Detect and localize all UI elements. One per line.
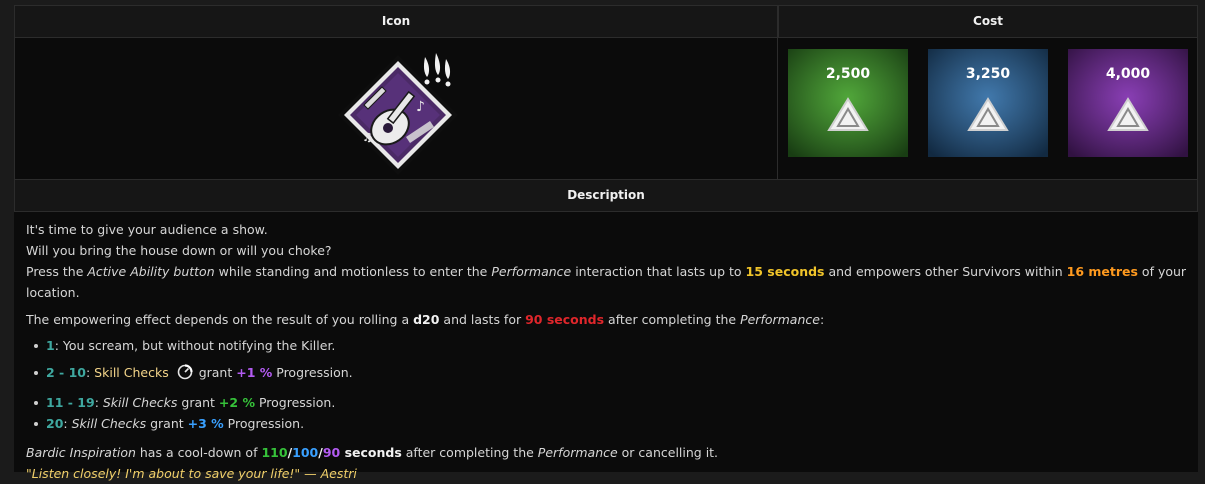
effect-duration-value: 90 seconds — [525, 312, 605, 327]
skill-check-icon — [177, 364, 193, 386]
bardic-inspiration-perk-icon: ♪ ♫ — [332, 47, 464, 178]
range-value: 16 metres — [1066, 264, 1138, 279]
flavor-quote: "Listen closely! I'm about to save your … — [26, 466, 357, 481]
description-header: Description — [14, 179, 1198, 212]
svg-text:♫: ♫ — [362, 130, 373, 144]
icon-column-header: Icon — [14, 5, 778, 38]
cost-tier-3-amount: 4,000 — [1105, 66, 1151, 82]
list-item: 11 - 19: Skill Checks grant +2 % Progres… — [26, 392, 1196, 413]
flavor-line-2: Will you bring the house down or will yo… — [26, 243, 332, 258]
list-item: 2 - 10: Skill Checks grant +1 % Progress… — [26, 362, 1196, 386]
cost-tier-1-amount: 2,500 — [825, 66, 871, 82]
cost-tier-2: 3,250 — [928, 49, 1048, 157]
list-item: 20: Skill Checks grant +3 % Progression. — [26, 413, 1196, 434]
cost-tier-3: 4,000 — [1068, 49, 1188, 157]
iridescent-shard-icon — [827, 97, 869, 131]
cost-tier-2-amount: 3,250 — [965, 66, 1011, 82]
iridescent-shard-icon — [1107, 97, 1149, 131]
effect-line: The empowering effect depends on the res… — [26, 312, 825, 327]
iridescent-shard-icon — [967, 97, 1009, 131]
cost-column-header: Cost — [778, 5, 1198, 38]
activation-line: Press the Active Ability button while st… — [26, 264, 1187, 300]
perk-info-table: Icon Cost ♪ ♫ 2,500 3,250 4,000 Descript… — [14, 5, 1198, 481]
roll-results-list: 1: You scream, but without notifying the… — [26, 335, 1196, 434]
list-item: 1: You scream, but without notifying the… — [26, 335, 1196, 356]
description-body: It's time to give your audience a show. … — [26, 219, 1196, 484]
duration-value: 15 seconds — [745, 264, 825, 279]
flavor-line-1: It's time to give your audience a show. — [26, 222, 268, 237]
cost-tier-1: 2,500 — [788, 49, 908, 157]
cooldown-line: Bardic Inspiration has a cool-down of 11… — [26, 445, 719, 460]
svg-text:♪: ♪ — [416, 99, 425, 115]
